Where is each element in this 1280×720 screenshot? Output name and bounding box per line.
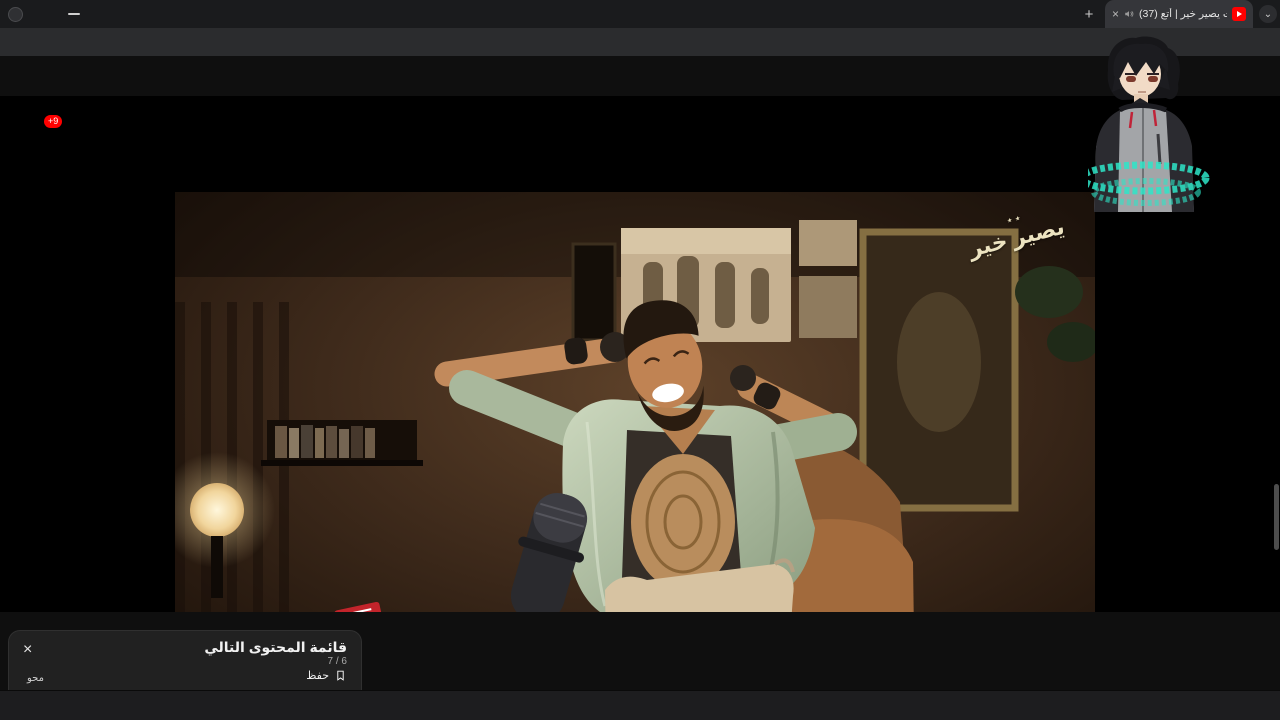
tab-title: (37) بودكاست يصير خير | أتع xyxy=(1139,8,1227,20)
windows-taskbar: ٥:٤٠ م ٤٧/٠٩/١٣ ع ^ ◉ 9+ W A EPIC ◷ 9+ xyxy=(0,690,1280,720)
new-tab-button[interactable]: + xyxy=(1079,4,1099,24)
page-scrollbar[interactable] xyxy=(1274,484,1279,550)
screen: + × (37) بودكاست يصير خير | أتع ⌄ ⋮ ♪ | … xyxy=(0,0,1280,720)
panel-clear-button[interactable]: محو xyxy=(27,673,44,684)
tab-close-icon[interactable]: × xyxy=(1112,8,1119,20)
window-minimize-button[interactable] xyxy=(68,13,80,15)
tab-search-chevron[interactable]: ⌄ xyxy=(1259,5,1277,23)
panel-actions: حفظ محو xyxy=(23,669,347,689)
tab-audio-icon xyxy=(1125,10,1134,18)
panel-close-icon[interactable]: × xyxy=(23,641,32,659)
panel-counter: 7 / 6 xyxy=(327,656,347,667)
panel-title: قائمة المحتوى التالي xyxy=(204,639,347,655)
youtube-favicon xyxy=(1232,7,1246,21)
vtuber-avatar-overlay xyxy=(1088,36,1214,212)
panel-save-button[interactable]: حفظ xyxy=(306,669,347,682)
panel-bookmark-icon xyxy=(337,670,344,681)
window-profile-icon[interactable] xyxy=(8,7,23,22)
notification-badge: +9 xyxy=(44,115,63,128)
browser-tabstrip: + × (37) بودكاست يصير خير | أتع ⌄ xyxy=(0,0,1280,28)
browser-tab[interactable]: × (37) بودكاست يصير خير | أتع xyxy=(1105,0,1253,28)
up-next-panel: قائمة المحتوى التالي 7 / 6 × حفظ محو xyxy=(8,630,362,690)
